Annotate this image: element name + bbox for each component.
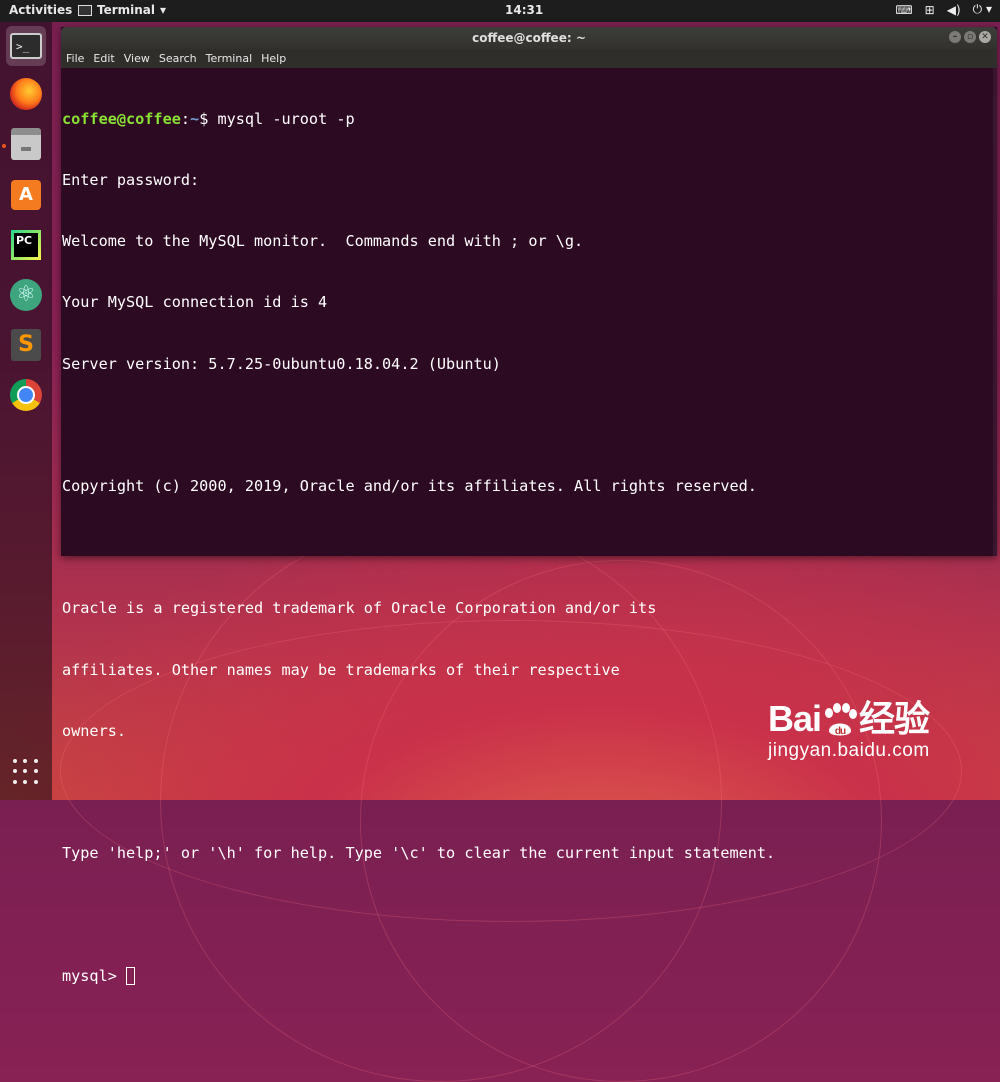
network-icon[interactable]: ⊞ — [925, 3, 935, 17]
window-title: coffee@coffee: ~ — [472, 31, 586, 45]
app-menu[interactable]: Terminal ▾ — [78, 3, 166, 17]
output-line: Oracle is a registered trademark of Orac… — [62, 599, 657, 618]
maximize-button[interactable]: ▫ — [964, 31, 976, 43]
prompt-path: ~ — [190, 109, 200, 128]
dock-item-firefox[interactable] — [6, 74, 46, 114]
watermark-logo-right: 经验 — [859, 698, 930, 739]
command-text: mysql -uroot -p — [217, 109, 355, 128]
menu-search[interactable]: Search — [159, 49, 197, 68]
output-line: Enter password: — [62, 171, 200, 190]
svg-text:du: du — [835, 726, 846, 737]
command-line: coffee@coffee:~$ mysql -uroot -p — [62, 109, 998, 129]
scrollbar[interactable] — [993, 68, 997, 556]
sublime-text-icon: S — [11, 329, 41, 361]
mysql-prompt: mysql> — [62, 966, 127, 985]
show-applications-button[interactable] — [6, 752, 46, 792]
output-line: Welcome to the MySQL monitor. Commands e… — [62, 232, 584, 251]
app-menu-label: Terminal — [97, 3, 156, 17]
dock-item-chrome[interactable] — [6, 375, 46, 415]
menu-file[interactable]: File — [66, 49, 84, 68]
paw-icon: du — [821, 703, 859, 737]
watermark-logo: Bai du 经验 — [768, 690, 930, 742]
power-icon[interactable]: ⏻ ▾ — [973, 2, 992, 17]
output-line: Copyright (c) 2000, 2019, Oracle and/or … — [62, 477, 757, 496]
terminal-output[interactable]: coffee@coffee:~$ mysql -uroot -p Enter p… — [61, 68, 998, 985]
output-line: Type 'help;' or '\h' for help. Type '\c'… — [62, 844, 776, 863]
show-applications-icon — [13, 759, 39, 785]
software-store-icon: A — [11, 180, 41, 210]
system-tray[interactable]: ⌨ ⊞ ◀) ⏻ ▾ — [895, 2, 992, 17]
watermark-url: jingyan.baidu.com — [768, 740, 930, 761]
volume-icon[interactable]: ◀) — [947, 3, 961, 17]
terminal-window: coffee@coffee: ~ – ▫ ✕ File Edit View Se… — [61, 27, 998, 985]
dock-item-software[interactable]: A — [6, 175, 46, 215]
output-line: Your MySQL connection id is 4 — [62, 293, 328, 312]
baidu-watermark: Bai du 经验 jingyan.baidu.com — [768, 690, 930, 762]
top-bar: Activities Terminal ▾ 14:31 ⌨ ⊞ ◀) ⏻ ▾ — [0, 0, 1000, 22]
terminal-icon — [78, 4, 92, 16]
menu-edit[interactable]: Edit — [93, 49, 114, 68]
dock-item-files[interactable] — [6, 124, 46, 164]
activities-button[interactable]: Activities — [9, 3, 72, 17]
minimize-button[interactable]: – — [949, 31, 961, 43]
window-controls: – ▫ ✕ — [949, 31, 991, 43]
menu-help[interactable]: Help — [261, 49, 286, 68]
atom-icon: ⚛ — [10, 279, 42, 311]
prompt-separator: : — [180, 109, 191, 128]
chevron-down-icon: ▾ — [160, 3, 167, 17]
menu-bar: File Edit View Search Terminal Help — [61, 49, 997, 68]
menu-terminal[interactable]: Terminal — [206, 49, 253, 68]
firefox-icon — [10, 78, 42, 110]
output-line: affiliates. Other names may be trademark… — [62, 660, 620, 679]
keyboard-icon[interactable]: ⌨ — [895, 3, 912, 17]
dock-item-terminal[interactable]: >_ — [6, 26, 46, 66]
dock: >_ A PC ⚛ S — [0, 22, 52, 800]
chrome-icon — [10, 379, 42, 411]
terminal-icon: >_ — [10, 33, 42, 59]
output-line: Server version: 5.7.25-0ubuntu0.18.04.2 … — [62, 354, 501, 373]
menu-view[interactable]: View — [124, 49, 150, 68]
prompt-user: coffee@coffee — [62, 109, 181, 128]
watermark-logo-left: Bai — [768, 698, 822, 739]
close-button[interactable]: ✕ — [979, 31, 991, 43]
dock-item-atom[interactable]: ⚛ — [6, 275, 46, 315]
dock-item-sublime[interactable]: S — [6, 325, 46, 365]
pycharm-icon: PC — [11, 230, 41, 260]
clock[interactable]: 14:31 — [505, 3, 543, 17]
prompt-symbol: $ — [199, 109, 218, 128]
text-cursor — [126, 966, 136, 985]
window-titlebar[interactable]: coffee@coffee: ~ – ▫ ✕ — [61, 27, 997, 49]
dock-item-pycharm[interactable]: PC — [6, 225, 46, 265]
mysql-prompt-line[interactable]: mysql> — [62, 966, 998, 986]
files-icon — [11, 128, 41, 160]
